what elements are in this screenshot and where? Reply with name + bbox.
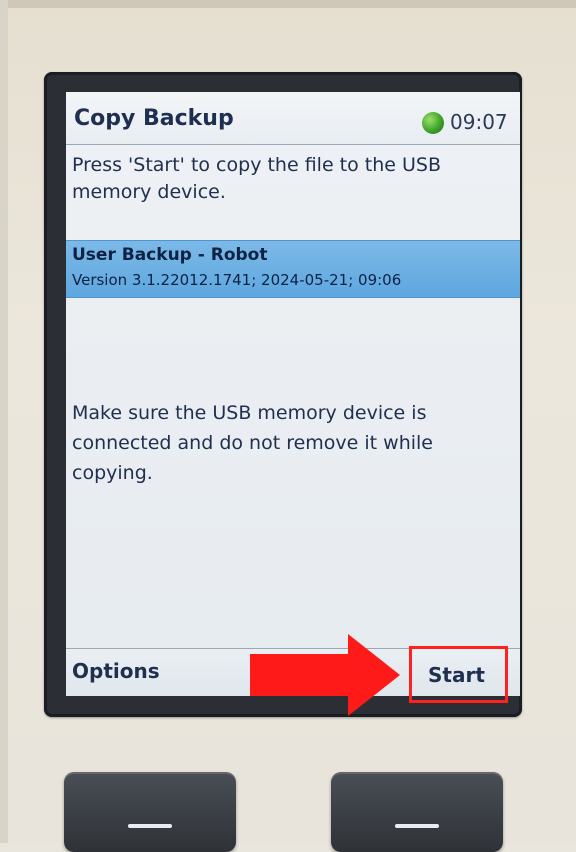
handheld-device: Copy Backup 09:07 Press 'Start' to copy … [0,0,576,852]
start-highlight-box [409,646,508,703]
device-edge-left [0,0,8,843]
backup-list-item[interactable]: User Backup - Robot Version 3.1.22012.17… [66,240,520,298]
dash-icon [395,824,439,828]
dash-icon [128,824,172,828]
instruction-text: Press 'Start' to copy the file to the US… [72,154,442,203]
warning-text: Make sure the USB memory device is conne… [72,402,433,484]
title-bar: Copy Backup 09:07 [66,92,520,145]
clock: 09:07 [450,110,508,134]
backup-item-title: User Backup - Robot [72,245,268,265]
backup-item-details: Version 3.1.22012.1741; 2024-05-21; 09:0… [72,271,402,289]
left-softkey-button[interactable] [64,772,236,852]
screen-title: Copy Backup [74,106,234,131]
status-led-icon [422,112,444,134]
device-edge-top [0,0,576,8]
display-screen: Copy Backup 09:07 Press 'Start' to copy … [66,92,520,696]
right-softkey-button[interactable] [331,772,503,852]
red-arrow-icon [250,634,400,716]
options-softkey[interactable]: Options [72,659,160,683]
